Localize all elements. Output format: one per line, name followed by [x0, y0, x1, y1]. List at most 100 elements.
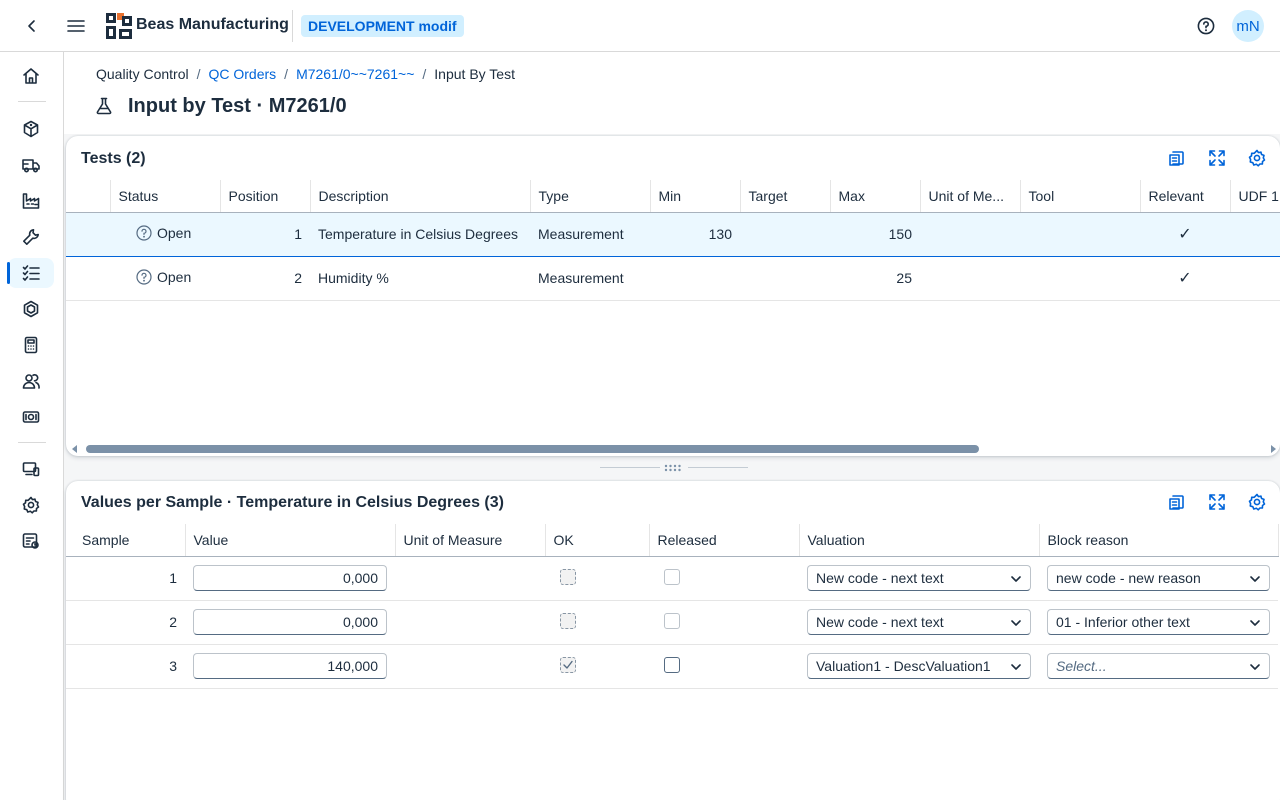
col-valuation[interactable]: Valuation: [799, 524, 1040, 557]
target-cell: [740, 256, 830, 301]
ok-checkbox[interactable]: [560, 568, 576, 585]
checkmark-icon: ✓: [1178, 270, 1192, 287]
table-row[interactable]: Open 2 Humidity % Measurement 25 ✓: [66, 256, 1280, 301]
type-cell: Measurement: [530, 256, 650, 301]
nav-packages[interactable]: [8, 294, 54, 324]
nav-home[interactable]: [8, 61, 54, 91]
ok-checkbox[interactable]: [560, 656, 576, 673]
block-reason-select[interactable]: Select...: [1047, 653, 1270, 679]
money-icon: [22, 411, 40, 423]
released-checkbox[interactable]: [664, 568, 680, 585]
value-input[interactable]: 140,000: [193, 653, 387, 679]
nav-settings[interactable]: [8, 490, 54, 520]
col-status[interactable]: Status: [110, 180, 221, 213]
back-button[interactable]: [18, 12, 46, 40]
breadcrumb-quality-control[interactable]: Quality Control: [96, 66, 189, 82]
export-button[interactable]: [1163, 144, 1191, 172]
col-udf1[interactable]: UDF 1: [1230, 180, 1280, 213]
breadcrumb-separator: /: [284, 66, 289, 82]
grip-handle-icon[interactable]: [664, 463, 682, 473]
nav-production[interactable]: [8, 186, 54, 216]
col-released[interactable]: Released: [649, 524, 800, 557]
col-relevant[interactable]: Relevant: [1140, 180, 1231, 213]
menu-button[interactable]: [62, 12, 90, 40]
help-icon: [1197, 17, 1215, 35]
block-reason-value: Select...: [1056, 658, 1107, 674]
col-unit[interactable]: Unit of Me...: [920, 180, 1021, 213]
calculator-icon: [24, 336, 38, 354]
nav-products[interactable]: [8, 114, 54, 144]
target-cell: [740, 212, 830, 257]
breadcrumb-qc-orders[interactable]: QC Orders: [208, 66, 276, 82]
unit-cell: [395, 644, 545, 689]
company-logo[interactable]: [106, 13, 132, 39]
row-selector[interactable]: [66, 256, 110, 301]
released-cell: [649, 556, 799, 601]
block-reason-select[interactable]: new code - new reason: [1047, 565, 1270, 591]
hexagon-icon: [23, 300, 39, 318]
value-cell: 0,000: [185, 600, 395, 645]
released-checkbox[interactable]: [664, 656, 680, 673]
fullscreen-button[interactable]: [1203, 144, 1231, 172]
col-max[interactable]: Max: [830, 180, 921, 213]
chevron-down-icon: [1250, 620, 1260, 626]
fullscreen-button[interactable]: [1203, 488, 1231, 516]
horizontal-scrollbar[interactable]: [68, 442, 1280, 454]
ok-checkbox[interactable]: [560, 612, 576, 629]
flask-icon: [95, 97, 113, 115]
col-tool[interactable]: Tool: [1020, 180, 1141, 213]
table-row[interactable]: Open 1 Temperature in Celsius Degrees Me…: [66, 212, 1280, 257]
tool-cell: [1020, 256, 1140, 301]
export-button[interactable]: [1163, 488, 1191, 516]
block-reason-select[interactable]: 01 - Inferior other text: [1047, 609, 1270, 635]
nav-costing[interactable]: [8, 402, 54, 432]
scroll-left-icon[interactable]: [70, 444, 80, 454]
col-position[interactable]: Position: [220, 180, 311, 213]
valuation-select[interactable]: New code - next text: [807, 565, 1031, 591]
company-name[interactable]: Beas Manufacturing: [136, 16, 289, 34]
shell-bar: Beas Manufacturing DEVELOPMENT modif mN: [0, 0, 1280, 52]
col-ok[interactable]: OK: [545, 524, 650, 557]
ok-cell: [545, 600, 649, 645]
breadcrumb-order[interactable]: M7261/0~~7261~~: [296, 66, 414, 82]
nav-quality-control[interactable]: [7, 258, 54, 288]
export-icon: [1169, 151, 1184, 166]
valuation-select[interactable]: New code - next text: [807, 609, 1031, 635]
col-value[interactable]: Value: [185, 524, 396, 557]
value-input[interactable]: 0,000: [193, 609, 387, 635]
nav-personnel[interactable]: [8, 366, 54, 396]
chevron-down-icon: [1011, 620, 1021, 626]
nav-separator: [18, 442, 46, 443]
table-settings-button[interactable]: [1243, 488, 1271, 516]
scroll-right-icon[interactable]: [1268, 444, 1278, 454]
col-min[interactable]: Min: [650, 180, 741, 213]
help-button[interactable]: [1192, 12, 1220, 40]
col-description[interactable]: Description: [310, 180, 531, 213]
nav-tools[interactable]: [8, 222, 54, 252]
row-selector[interactable]: [66, 212, 110, 257]
nav-shipping[interactable]: [8, 150, 54, 180]
page-header: Quality Control / QC Orders / M7261/0~~7…: [64, 52, 1280, 134]
col-sample[interactable]: Sample: [66, 524, 186, 557]
col-target[interactable]: Target: [740, 180, 831, 213]
status-text: Open: [157, 224, 192, 241]
user-avatar[interactable]: mN: [1232, 10, 1264, 42]
values-header-row: Sample Value Unit of Measure OK Released…: [66, 524, 1279, 557]
released-checkbox[interactable]: [664, 612, 680, 629]
nav-devices[interactable]: [8, 454, 54, 484]
wrench-icon: [23, 229, 39, 245]
nav-reports[interactable]: [8, 526, 54, 556]
valuation-select[interactable]: Valuation1 - DescValuation1: [807, 653, 1031, 679]
scrollbar-thumb[interactable]: [86, 445, 979, 453]
nav-calculation[interactable]: [8, 330, 54, 360]
nav-separator: [18, 101, 46, 102]
table-settings-button[interactable]: [1243, 144, 1271, 172]
col-block-reason[interactable]: Block reason: [1039, 524, 1279, 557]
value-input[interactable]: 0,000: [193, 565, 387, 591]
panel-splitter[interactable]: [66, 455, 1278, 481]
valuation-cell: New code - next text: [799, 556, 1039, 601]
col-type[interactable]: Type: [530, 180, 651, 213]
valuation-cell: New code - next text: [799, 600, 1039, 645]
sample-cell: 1: [66, 556, 185, 601]
col-unit-of-measure[interactable]: Unit of Measure: [395, 524, 546, 557]
